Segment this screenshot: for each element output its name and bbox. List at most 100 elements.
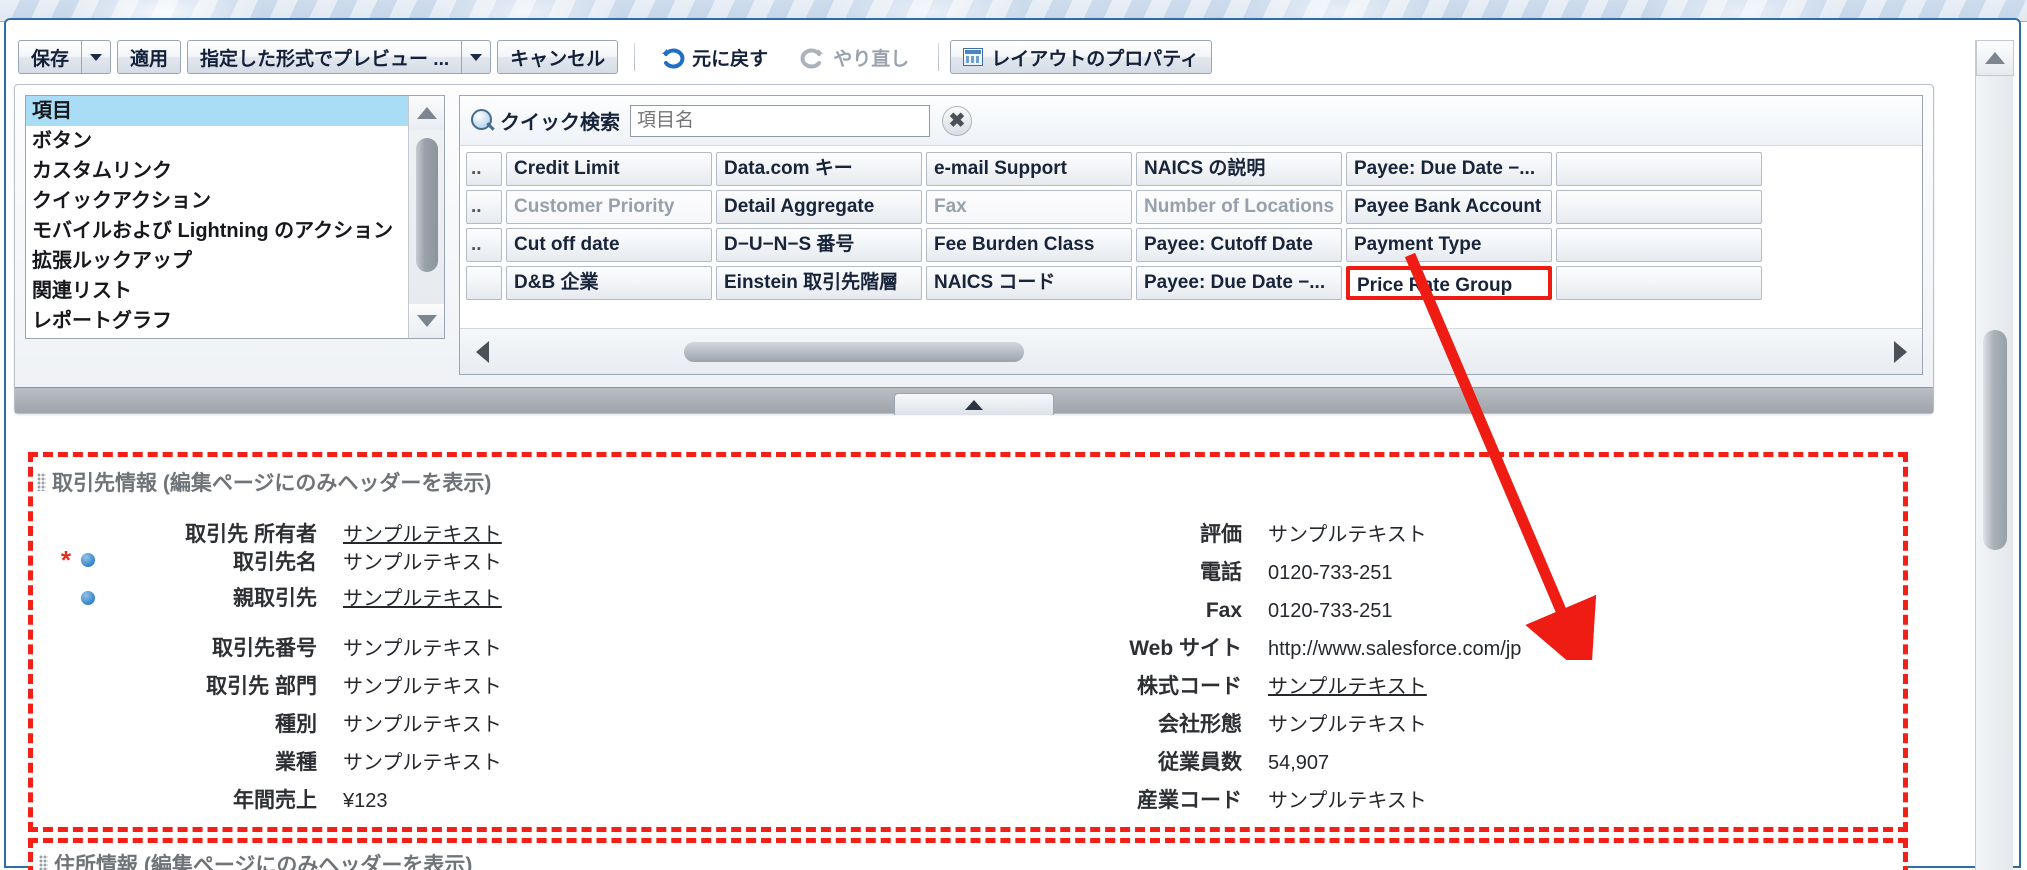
field-chip[interactable]: NAICS の説明 [1136, 152, 1342, 186]
palette-category-item[interactable]: カスタムリンク [26, 156, 444, 186]
layout-editor-toolbar: 保存 適用 指定した形式でプレビュー ... キャンセル 元に戻す やり直し レ… [14, 36, 1934, 78]
palette-field-area: クイック検索 ✖ ..Credit LimitData.com キーe-mail… [459, 95, 1923, 375]
clear-search-button[interactable]: ✖ [942, 105, 972, 136]
field-chip[interactable]: Detail Aggregate [716, 190, 922, 224]
cancel-button-label: キャンセル [510, 48, 606, 70]
field-chip[interactable]: Data.com キー [716, 152, 922, 186]
layout-field-row[interactable]: 取引先 所有者 サンプルテキスト [33, 503, 968, 546]
save-button[interactable]: 保存 [18, 40, 82, 74]
undo-button[interactable]: 元に戻す [646, 40, 781, 74]
apply-button[interactable]: 適用 [117, 40, 182, 74]
search-input[interactable] [630, 104, 930, 137]
field-chip-highlighted[interactable]: Price Rate Group [1346, 266, 1552, 300]
field-chip[interactable] [1556, 228, 1762, 262]
field-label: Web サイト [1129, 637, 1242, 660]
app-screenshot: 保存 適用 指定した形式でプレビュー ... キャンセル 元に戻す やり直し レ… [0, 0, 2027, 870]
page-vertical-scrollbar[interactable] [1975, 40, 2014, 870]
palette-collapse-handle[interactable] [894, 393, 1054, 415]
chevron-right-icon [1893, 340, 1907, 363]
section-header: 住所情報 (編集ページにのみヘッダーを表示) [33, 843, 1903, 870]
field-chip[interactable]: Payee: Cutoff Date [1136, 228, 1342, 262]
layout-field-row[interactable]: 親取引先 サンプルテキスト [33, 579, 968, 617]
field-chip[interactable]: .. [466, 190, 502, 224]
toolbar-separator [634, 43, 637, 71]
palette-category-item[interactable]: 拡張ルックアップ [26, 246, 444, 276]
field-chip[interactable] [1556, 266, 1762, 300]
field-label: 種別 [275, 713, 317, 736]
palette-category-scrollbar[interactable] [408, 96, 444, 338]
account-information-section[interactable]: 取引先情報 (編集ページにのみヘッダーを表示) 取引先 所有者 サンプルテキスト *… [28, 452, 1908, 832]
field-chip[interactable]: D−U−N−S 番号 [716, 228, 922, 262]
toolbar-separator [938, 43, 941, 71]
scrollbar-thumb[interactable] [416, 138, 438, 272]
field-chip[interactable]: Customer Priority [506, 190, 712, 224]
palette-category-item[interactable]: レポートグラフ [26, 306, 444, 336]
field-value: サンプルテキスト [343, 638, 502, 660]
address-information-section[interactable]: 住所情報 (編集ページにのみヘッダーを表示) [28, 838, 1908, 870]
scrollbar-thumb[interactable] [684, 341, 1024, 362]
field-chip[interactable]: Fax [926, 190, 1132, 224]
field-chip[interactable] [1556, 190, 1762, 224]
field-chip[interactable]: Number of Locations [1136, 190, 1342, 224]
palette-category-item[interactable]: 関連リスト [26, 276, 444, 306]
field-chip-row: .. Cut off date D−U−N−S 番号 Fee Burden Class… [466, 228, 1922, 262]
layout-properties-button[interactable]: レイアウトのプロパティ [950, 40, 1213, 74]
field-markers [33, 693, 103, 731]
preview-as-dropdown-arrow[interactable] [461, 40, 492, 74]
layout-properties-icon [963, 48, 984, 66]
redo-icon [800, 45, 826, 69]
field-chip[interactable] [1556, 152, 1762, 186]
scroll-down-button[interactable] [409, 304, 444, 338]
preview-as-button[interactable]: 指定した形式でプレビュー ... [187, 40, 462, 74]
field-chip[interactable]: Payment Type [1346, 228, 1552, 262]
field-chip-row: .. Credit Limit Data.com キー e-mail Support N… [466, 152, 1922, 186]
chevron-up-icon [417, 107, 437, 119]
search-icon [470, 108, 496, 134]
field-label: 評価 [1200, 523, 1242, 546]
palette-category-item[interactable]: クイックアクション [26, 186, 444, 216]
field-label: Fax [1205, 599, 1242, 622]
scroll-up-button[interactable] [1976, 40, 2014, 76]
field-area-horizontal-scrollbar[interactable] [460, 328, 1922, 374]
layout-field-row[interactable]: 取引先番号 サンプルテキスト [33, 617, 968, 660]
layout-field-row[interactable]: 評価 サンプルテキスト [968, 503, 1903, 546]
palette-category-list[interactable]: 項目 ボタン カスタムリンク クイックアクション モバイルおよび Lightning の… [25, 95, 445, 339]
palette-category-item[interactable]: モバイルおよび Lightning のアクション [26, 216, 444, 246]
quick-find-bar: クイック検索 ✖ [460, 96, 1922, 146]
field-chip[interactable]: Credit Limit [506, 152, 712, 186]
field-chip[interactable]: Payee: Due Date −... [1346, 152, 1552, 186]
field-chip[interactable]: Payee Bank Account [1346, 190, 1552, 224]
field-markers [33, 769, 103, 807]
palette-category-item[interactable]: 項目 [26, 96, 444, 126]
field-chip[interactable]: e-mail Support [926, 152, 1132, 186]
field-chip[interactable]: Einstein 取引先階層 [716, 266, 922, 300]
layout-editor-frame: 保存 適用 指定した形式でプレビュー ... キャンセル 元に戻す やり直し レ… [4, 18, 2021, 870]
chevron-up-icon [1985, 52, 2005, 64]
palette-category-item[interactable]: ボタン [26, 126, 444, 156]
scroll-up-button[interactable] [409, 96, 444, 130]
chevron-left-icon [475, 340, 489, 363]
scrollbar-thumb[interactable] [1983, 330, 2007, 550]
field-chip[interactable]: D&B 企業 [506, 266, 712, 300]
field-label: 取引先番号 [212, 637, 317, 660]
field-chip[interactable]: Payee: Due Date −... [1136, 266, 1342, 300]
field-chip[interactable]: Cut off date [506, 228, 712, 262]
field-chip[interactable]: .. [466, 228, 502, 262]
field-value: サンプルテキスト [343, 676, 502, 698]
redo-button[interactable]: やり直し [787, 40, 922, 74]
field-label: 取引先名 [233, 551, 317, 574]
cancel-button[interactable]: キャンセル [497, 40, 619, 74]
field-chip[interactable]: .. [466, 152, 502, 186]
scrollbar-track[interactable] [504, 330, 1878, 374]
lookup-field-dot-icon [81, 553, 95, 567]
scroll-left-button[interactable] [460, 330, 504, 374]
layout-field-row[interactable]: * 取引先名 サンプルテキスト [33, 541, 968, 579]
field-label: 取引先 部門 [206, 675, 317, 698]
scroll-right-button[interactable] [1878, 330, 1922, 374]
field-chip[interactable]: Fee Burden Class [926, 228, 1132, 262]
field-markers [33, 655, 103, 693]
field-chip[interactable] [466, 266, 502, 300]
field-markers [33, 503, 103, 541]
save-dropdown-arrow[interactable] [81, 40, 112, 74]
field-chip[interactable]: NAICS コード [926, 266, 1132, 300]
